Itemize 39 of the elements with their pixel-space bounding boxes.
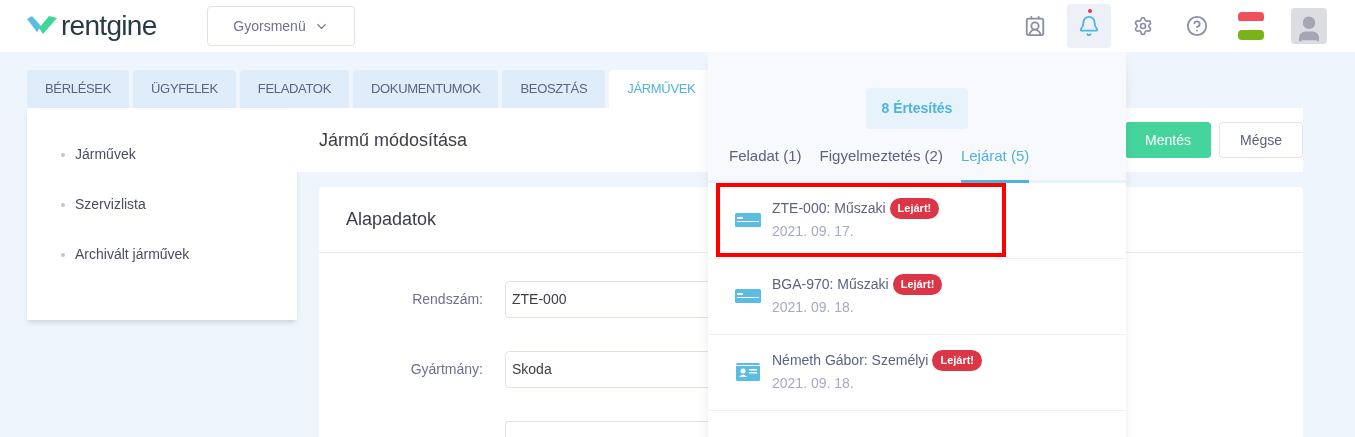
notification-tab[interactable]: Figyelmeztetés (2): [819, 145, 943, 183]
sidebar-link-text: Járművek: [75, 145, 136, 164]
field-label: Gyártmány:: [409, 360, 483, 379]
notification-tab[interactable]: Feladat (1): [729, 145, 802, 183]
card-icon: [735, 213, 761, 227]
avatar-button[interactable]: [1291, 8, 1327, 44]
sidebar-link-text: Szervizlista: [75, 195, 146, 214]
module-tab[interactable]: ÜGYFELEK: [133, 70, 236, 108]
logo-icon: [27, 16, 57, 36]
module-tab[interactable]: FELADATOK: [239, 70, 349, 108]
sidebar-link[interactable]: Archivált járművek: [61, 244, 297, 265]
settings-icon: [1133, 16, 1153, 36]
expired-badge: Lejárt!: [932, 350, 983, 371]
sidebar-link[interactable]: Szervizlista: [61, 194, 297, 215]
notification-item[interactable]: BGA-970: Műszaki Lejárt! 2021. 09. 18.: [708, 258, 1126, 335]
module-tab[interactable]: BÉRLÉSEK: [27, 70, 130, 108]
sidebar-link-text: Archivált járművek: [75, 245, 190, 264]
notification-date: 2021. 09. 17.: [772, 222, 855, 241]
page-title: Jármű módosítása: [319, 128, 468, 152]
card-title: Alapadatok: [346, 208, 437, 231]
notification-count: 8 Értesítés: [865, 88, 969, 129]
logo-text: rentgine: [61, 9, 157, 43]
notification-title: ZTE-000: Műszaki: [772, 199, 886, 218]
expired-badge: Lejárt!: [889, 198, 940, 219]
field-label: Rendszám:: [411, 290, 483, 309]
flag-icon: [1238, 12, 1264, 40]
bell-icon: [1078, 15, 1100, 37]
notification-item[interactable]: Németh Gábor: Személyi Lejárt! 2021. 09. 18.: [708, 334, 1126, 411]
module-tab[interactable]: BEOSZTÁS: [502, 70, 606, 108]
sidebar-link[interactable]: Járművek: [61, 144, 297, 165]
notifications-button[interactable]: [1067, 4, 1111, 48]
help-icon: [1186, 15, 1208, 37]
expired-badge: Lejárt!: [892, 274, 943, 295]
contact-card-icon: [1024, 15, 1046, 37]
module-tab[interactable]: DOKUMENTUMOK: [353, 70, 499, 108]
id-card-icon: [736, 363, 760, 381]
card-icon: [735, 289, 761, 303]
cancel-button[interactable]: Mégse: [1218, 122, 1303, 158]
quick-menu-dropdown[interactable]: Gyorsmenü: [207, 6, 355, 46]
